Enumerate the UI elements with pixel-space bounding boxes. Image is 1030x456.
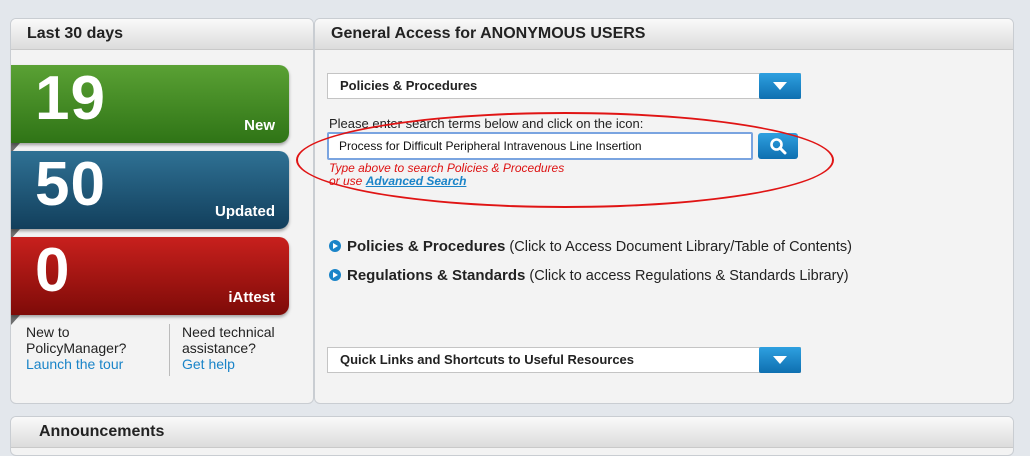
quick-links-dropdown[interactable]: Quick Links and Shortcuts to Useful Reso… xyxy=(327,347,801,373)
updated-count: 50 xyxy=(35,150,106,219)
new-label: New xyxy=(244,117,275,134)
general-access-panel: General Access for ANONYMOUS USERS Polic… xyxy=(314,18,1014,404)
last-30-days-panel: Last 30 days 19 New 50 Updated 0 iAttest… xyxy=(10,18,314,404)
search-hint-prefix: or use xyxy=(329,174,366,188)
search-button[interactable] xyxy=(758,133,798,159)
updated-count-tile[interactable]: 50 Updated xyxy=(11,150,289,239)
arrow-bullet-icon xyxy=(329,269,341,281)
new-user-line2: PolicyManager? xyxy=(26,340,127,356)
search-hint-line2: or use Advanced Search xyxy=(329,175,564,188)
search-hint: Type above to search Policies & Procedur… xyxy=(329,162,564,188)
search-input[interactable] xyxy=(327,132,753,160)
advanced-search-link[interactable]: Advanced Search xyxy=(366,174,467,188)
new-count-tile[interactable]: 19 New xyxy=(11,64,289,153)
iattest-count: 0 xyxy=(35,236,71,305)
search-icon xyxy=(770,138,787,155)
tech-help-line2: assistance? xyxy=(182,340,256,356)
search-instructions: Please enter search terms below and clic… xyxy=(329,116,644,131)
library-select-value: Policies & Procedures xyxy=(340,78,478,93)
policies-link-title: Policies & Procedures xyxy=(347,238,506,255)
updated-label: Updated xyxy=(215,203,275,220)
iattest-count-tile[interactable]: 0 iAttest xyxy=(11,236,289,325)
new-user-line1: New to xyxy=(26,324,70,340)
library-select-dropdown[interactable]: Policies & Procedures xyxy=(327,73,801,99)
chevron-down-icon[interactable] xyxy=(759,347,801,373)
last-30-days-header: Last 30 days xyxy=(11,19,313,50)
chevron-down-icon[interactable] xyxy=(759,73,801,99)
tile-fold xyxy=(11,315,20,325)
announcements-header: Announcements xyxy=(11,417,1013,448)
tech-help-line1: Need technical xyxy=(182,324,275,340)
regulations-library-link[interactable]: Regulations & Standards (Click to access… xyxy=(329,267,849,284)
new-count: 19 xyxy=(35,64,106,133)
launch-tour-link[interactable]: Launch the tour xyxy=(26,356,126,372)
regulations-link-desc: (Click to access Regulations & Standards… xyxy=(525,268,849,284)
iattest-label: iAttest xyxy=(228,289,275,306)
get-help-link[interactable]: Get help xyxy=(182,356,275,372)
arrow-bullet-icon xyxy=(329,240,341,252)
new-user-help: New to PolicyManager? Launch the tour xyxy=(26,324,126,372)
policies-library-link[interactable]: Policies & Procedures (Click to Access D… xyxy=(329,238,852,255)
general-access-header: General Access for ANONYMOUS USERS xyxy=(315,19,1013,50)
quick-links-value: Quick Links and Shortcuts to Useful Reso… xyxy=(340,352,635,367)
announcements-panel: Announcements xyxy=(10,416,1014,456)
policies-link-desc: (Click to Access Document Library/Table … xyxy=(505,239,852,255)
regulations-link-title: Regulations & Standards xyxy=(347,267,526,284)
tech-help: Need technical assistance? Get help xyxy=(169,324,275,376)
